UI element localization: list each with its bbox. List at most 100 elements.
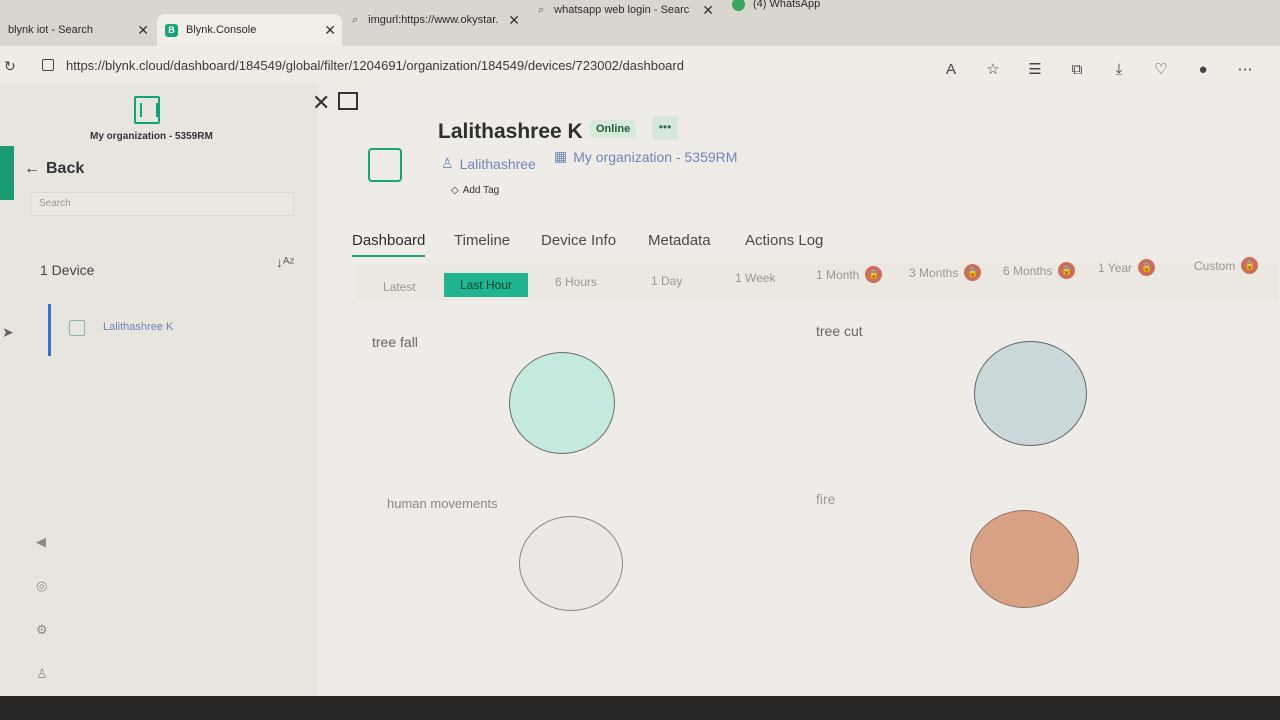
range-6-hours[interactable]: 6 Hours [555, 275, 597, 289]
range-label: 1 Month [816, 267, 860, 282]
range-label: 1 Week [735, 271, 776, 285]
sort-az-icon[interactable]: ↓ᴬᶻ [276, 254, 294, 270]
led-fire [970, 510, 1079, 608]
organization-link-label: My organization - 5359RM [573, 148, 738, 165]
browser-tab[interactable]: ⌕ whatsapp web login - Search ✕ [530, 0, 720, 26]
megaphone-icon[interactable]: ◀ [36, 534, 48, 550]
range-custom[interactable]: Custom 🔒 [1194, 257, 1259, 274]
device-title: Lalithashree K [438, 120, 583, 143]
sidebar-rail [0, 84, 16, 696]
back-button[interactable]: ← Back [24, 160, 84, 178]
help-icon[interactable]: ◎ [36, 578, 48, 594]
lock-icon: 🔒 [964, 264, 982, 281]
range-label: Latest [383, 280, 416, 294]
range-latest[interactable]: Latest [383, 280, 416, 294]
device-count: 1 Device [40, 262, 95, 278]
widget-label-tree-cut: tree cut [816, 323, 863, 339]
lock-icon: 🔒 [1058, 262, 1076, 279]
range-label: 1 Year [1098, 260, 1133, 275]
close-icon[interactable]: ✕ [312, 90, 330, 116]
device-list-item[interactable]: Lalithashree K [48, 304, 308, 356]
address-bar[interactable]: https://blynk.cloud/dashboard/184549/glo… [40, 52, 900, 78]
reload-icon[interactable]: ↻ [4, 58, 16, 75]
range-1-month[interactable]: 1 Month 🔒 [816, 266, 883, 283]
device-cube-icon [69, 320, 85, 336]
add-tag-label: Add Tag [462, 185, 500, 196]
user-icon: ♙ [441, 155, 454, 171]
widget-label-human-movements: human movements [387, 496, 498, 511]
organization-name: My organization - 5359RM [90, 131, 213, 142]
close-tab-icon[interactable]: ✕ [137, 22, 149, 39]
browser-essentials-icon[interactable]: ♡ [1150, 58, 1172, 80]
sidebar: My organization - 5359RM ← Back Search 1… [0, 84, 318, 696]
widget-label-tree-fall: tree fall [372, 334, 418, 350]
close-tab-icon[interactable]: ✕ [324, 22, 336, 39]
range-label: Custom [1194, 258, 1236, 273]
browser-tab-title: imgurl:https://www.okystar... [368, 14, 499, 26]
blynk-favicon-icon: B [165, 23, 178, 37]
search-icon: ⌕ [538, 3, 545, 16]
range-1-day[interactable]: 1 Day [651, 274, 682, 288]
range-last-hour[interactable]: Last Hour [444, 273, 529, 297]
lock-icon: 🔒 [1241, 257, 1259, 274]
tab-actions-log[interactable]: Actions Log [745, 232, 823, 249]
favorites-list-icon[interactable]: ☰ [1024, 58, 1046, 80]
collections-icon[interactable]: ⧉ [1066, 58, 1088, 80]
tab-metadata[interactable]: Metadata [648, 232, 711, 249]
more-options-button[interactable]: ••• [652, 116, 678, 140]
close-tab-icon[interactable]: ✕ [508, 12, 520, 29]
device-panel [318, 84, 1280, 696]
range-label: 1 Day [651, 274, 683, 288]
favorite-star-icon[interactable]: ☆ [982, 58, 1004, 80]
close-tab-icon[interactable]: ✕ [702, 2, 714, 19]
range-label: 6 Hours [555, 275, 598, 289]
whatsapp-icon [732, 0, 745, 11]
led-tree-fall [509, 352, 615, 454]
browser-tab-title: whatsapp web login - Search [554, 4, 690, 16]
user-icon[interactable]: ♙ [36, 666, 48, 682]
device-cube-icon [368, 148, 402, 182]
browser-tab-title: (4) WhatsApp [753, 0, 821, 10]
browser-tab-active[interactable]: B Blynk.Console ✕ [157, 14, 342, 46]
range-6-months[interactable]: 6 Months 🔒 [1003, 262, 1076, 279]
browser-tab[interactable]: (4) WhatsApp [724, 0, 864, 20]
tag-icon: ◇ [451, 185, 459, 196]
search-icon: ⌕ [352, 13, 359, 26]
range-label: Last Hour [460, 278, 513, 292]
add-tag-button[interactable]: ◇ Add Tag [451, 185, 499, 196]
browser-toolbar: A ☆ ☰ ⧉ ⤓ ♡ ● ⋯ [940, 58, 1256, 80]
settings-icon[interactable]: ⚙ [36, 622, 48, 638]
more-icon[interactable]: ⋯ [1234, 58, 1256, 80]
widget-label-fire: fire [816, 491, 836, 507]
search-input[interactable]: Search [30, 192, 294, 216]
time-range-selector: Latest Last Hour 6 Hours 1 Day 1 Week 1 … [356, 257, 1278, 300]
status-badge: Online [590, 120, 637, 138]
tab-dashboard[interactable]: Dashboard [352, 232, 426, 257]
browser-tab[interactable]: blynk iot - Search ✕ [0, 14, 155, 46]
monitor-bezel [0, 696, 1280, 720]
tab-device-info[interactable]: Device Info [541, 232, 616, 249]
profile-icon[interactable]: ● [1192, 58, 1214, 80]
led-human-movements [519, 516, 623, 611]
organization-link[interactable]: ▦ My organization - 5359RM [554, 148, 737, 165]
owner-link[interactable]: ♙ Lalithashree [441, 155, 536, 172]
url-text: https://blynk.cloud/dashboard/184549/glo… [66, 57, 684, 73]
arrow-left-icon: ← [24, 160, 40, 177]
sidebar-bottom-icons: ◀ ◎ ⚙ ♙ [36, 534, 48, 682]
range-3-months[interactable]: 3 Months 🔒 [909, 264, 982, 281]
read-aloud-icon[interactable]: A [940, 58, 962, 80]
browser-tab[interactable]: ⌕ imgurl:https://www.okystar... ✕ [344, 4, 526, 36]
device-list-item-name: Lalithashree K [103, 321, 174, 333]
building-icon: ▦ [554, 148, 568, 164]
browser-tab-bar: blynk iot - Search ✕ B Blynk.Console ✕ ⌕… [0, 0, 1280, 46]
send-icon[interactable]: ➤ [2, 324, 14, 341]
range-1-week[interactable]: 1 Week [735, 271, 775, 285]
range-1-year[interactable]: 1 Year 🔒 [1098, 259, 1156, 276]
downloads-icon[interactable]: ⤓ [1108, 58, 1130, 80]
expand-icon[interactable] [338, 92, 358, 110]
lock-icon [42, 59, 54, 71]
back-label: Back [46, 160, 85, 177]
tab-timeline[interactable]: Timeline [454, 232, 510, 249]
range-label: 6 Months [1003, 263, 1053, 278]
owner-name: Lalithashree [459, 155, 536, 172]
